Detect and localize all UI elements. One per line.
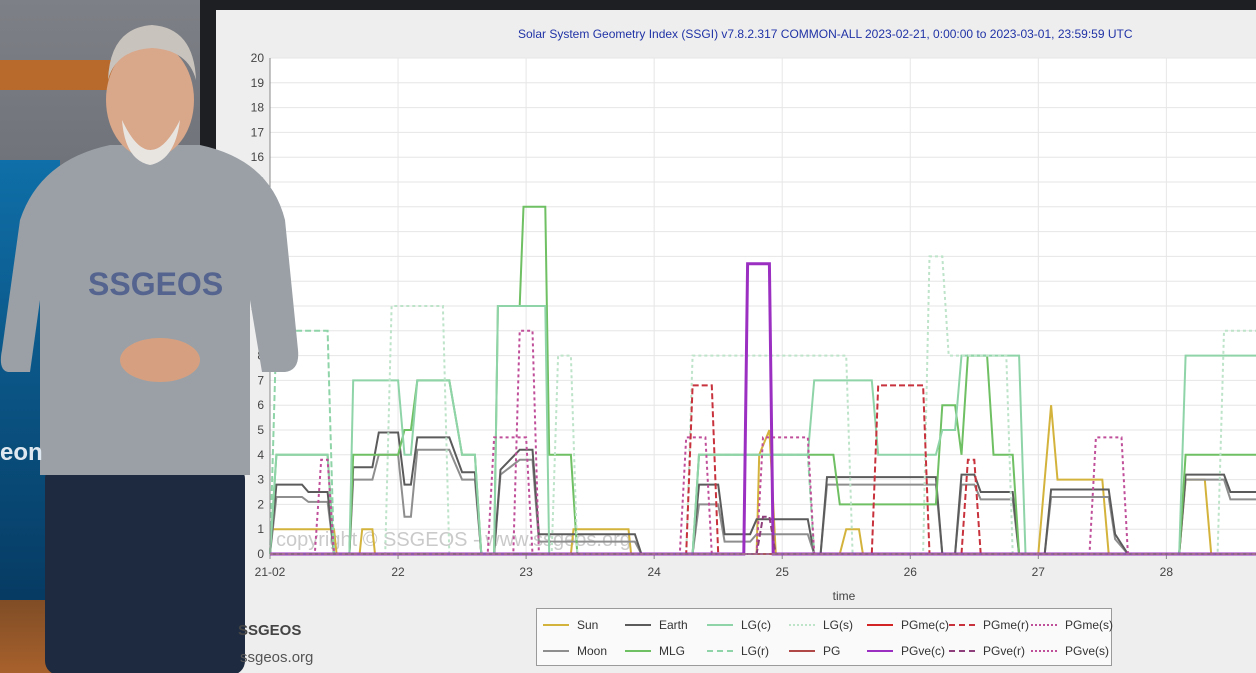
legend-item-sun: Sun	[543, 615, 598, 635]
legend-item-mlg: MLG	[625, 641, 685, 661]
legend-swatch	[625, 624, 651, 626]
x-axis-ticks: 21-02 22 23 24 25 26 27 28	[255, 554, 1174, 579]
legend-label: LG(r)	[741, 644, 769, 658]
legend-item-lg-c: LG(c)	[707, 615, 771, 635]
chart-legend: Sun Earth LG(c) LG(s) PGme(c) PGme(r) PGme(s) M…	[536, 608, 1113, 666]
legend-swatch	[707, 624, 733, 626]
presenter-sweatshirt	[0, 145, 299, 475]
footer-brand: SSGEOS	[238, 622, 302, 639]
legend-label: PGme(s)	[1065, 618, 1113, 632]
legend-item-lg-r: LG(r)	[707, 641, 769, 661]
legend-label: PGve(c)	[901, 644, 946, 658]
legend-item-earth: Earth	[625, 615, 688, 635]
legend-swatch	[543, 650, 569, 652]
presenter-trousers	[45, 465, 245, 673]
presenter-figure: SSGEOS eon	[0, 25, 299, 673]
legend-item-pgme-c: PGme(c)	[867, 615, 949, 635]
legend-label: PGme(r)	[983, 618, 1029, 632]
legend-label: Earth	[659, 618, 688, 632]
x-tick-label: 24	[647, 565, 661, 579]
legend-label: PGve(s)	[1065, 644, 1110, 658]
legend-item-pgve-c: PGve(c)	[867, 641, 945, 661]
ssgi-chart: Solar System Geometry Index (SSGI) v7.8.…	[251, 27, 1256, 603]
x-tick-label: 26	[904, 565, 918, 579]
legend-swatch	[949, 650, 975, 652]
legend-item-pgve-r: PGve(r)	[949, 641, 1025, 661]
shirt-logo: SSGEOS	[88, 266, 223, 302]
legend-label: LG(c)	[741, 618, 771, 632]
legend-swatch	[1031, 650, 1057, 652]
x-tick-label: 23	[519, 565, 533, 579]
legend-swatch	[867, 650, 893, 652]
legend-label: PG	[823, 644, 841, 658]
x-tick-label: 28	[1160, 565, 1174, 579]
grid-lines	[269, 57, 1256, 555]
legend-item-pg: PG	[789, 641, 840, 661]
legend-label: Moon	[577, 644, 608, 658]
x-tick-label: 25	[776, 565, 790, 579]
legend-label: LG(s)	[823, 618, 853, 632]
footer-site: ssgeos.org	[240, 649, 314, 666]
presenter-hands	[120, 338, 200, 382]
legend-swatch	[543, 624, 569, 626]
x-tick-label: 27	[1032, 565, 1046, 579]
legend-swatch	[625, 650, 651, 652]
legend-item-pgme-s: PGme(s)	[1031, 615, 1113, 635]
legend-swatch	[1031, 624, 1057, 626]
legend-item-moon: Moon	[543, 641, 607, 661]
legend-item-pgve-s: PGve(s)	[1031, 641, 1109, 661]
chart-title: Solar System Geometry Index (SSGI) v7.8.…	[518, 27, 1133, 41]
side-screen-text: eon	[0, 439, 43, 466]
legend-item-pgme-r: PGme(r)	[949, 615, 1029, 635]
legend-swatch	[789, 650, 815, 652]
legend-label: PGme(c)	[901, 618, 949, 632]
x-tick-label: 22	[391, 565, 405, 579]
legend-label: PGve(r)	[983, 644, 1025, 658]
legend-label: MLG	[659, 644, 686, 658]
legend-label: Sun	[577, 618, 599, 632]
x-axis-label: time	[833, 589, 856, 603]
legend-swatch	[949, 624, 975, 626]
legend-swatch	[789, 624, 815, 626]
legend-swatch	[707, 650, 733, 652]
legend-item-lg-s: LG(s)	[789, 615, 853, 635]
legend-swatch	[867, 624, 893, 626]
